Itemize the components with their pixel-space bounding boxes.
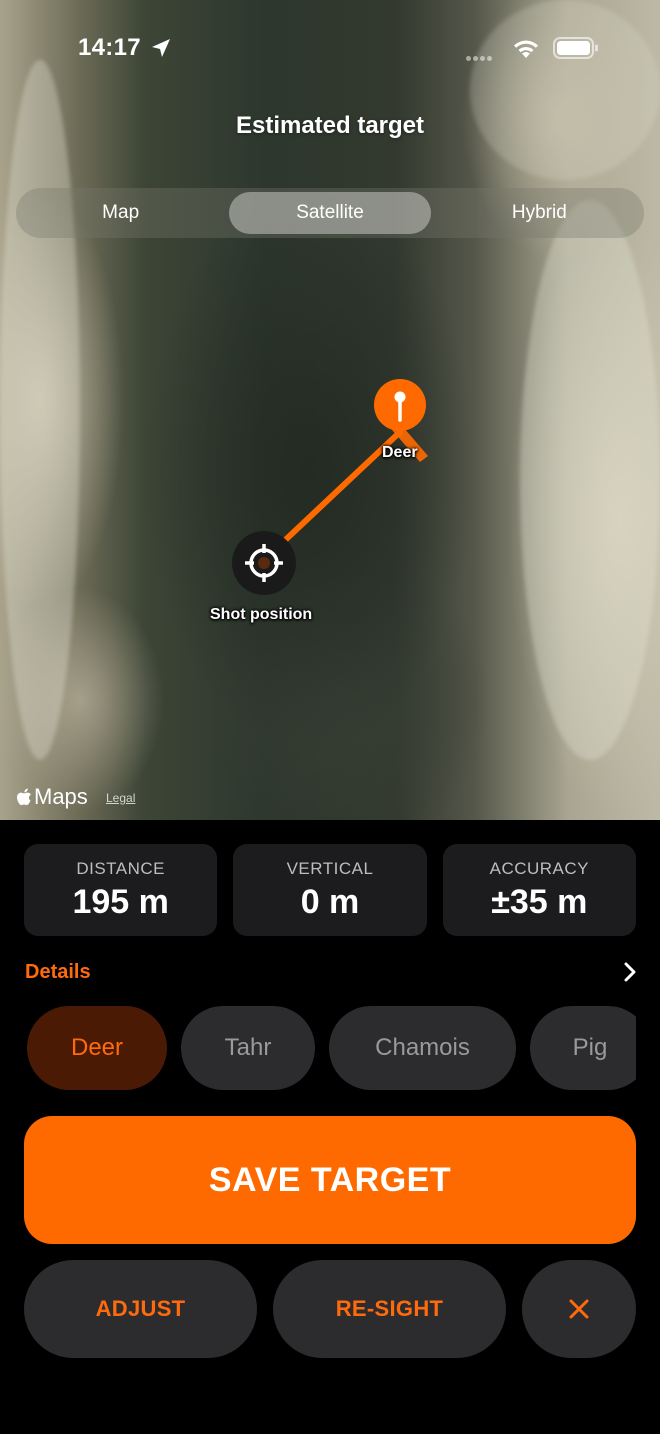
species-chip-pig[interactable]: Pig — [530, 1006, 636, 1090]
re-sight-button[interactable]: RE-SIGHT — [273, 1260, 506, 1358]
details-label: Details — [25, 960, 91, 983]
stats-row: DISTANCE 195 m VERTICAL 0 m ACCURACY ±35… — [24, 844, 636, 936]
vertical-value: 0 m — [300, 882, 360, 921]
vertical-card: VERTICAL 0 m — [233, 844, 427, 936]
maps-logo-text: Maps — [34, 784, 88, 809]
species-chip-list[interactable]: Deer Tahr Chamois Pig — [27, 1006, 636, 1092]
accuracy-label: ACCURACY — [489, 858, 590, 878]
distance-label: DISTANCE — [76, 858, 166, 878]
action-buttons-row: ADJUST RE-SIGHT — [24, 1260, 636, 1358]
species-chip-chamois[interactable]: Chamois — [329, 1006, 516, 1090]
close-button[interactable] — [522, 1260, 636, 1358]
species-chip-tahr[interactable]: Tahr — [181, 1006, 315, 1090]
details-row[interactable]: Details — [25, 958, 637, 986]
shot-position-marker[interactable] — [232, 531, 296, 595]
adjust-button[interactable]: ADJUST — [24, 1260, 257, 1358]
target-pin-label: Deer — [382, 444, 418, 461]
distance-card: DISTANCE 195 m — [24, 844, 218, 936]
vertical-label: VERTICAL — [286, 858, 374, 878]
shot-position-label: Shot position — [210, 606, 313, 623]
species-chip-deer[interactable]: Deer — [27, 1006, 167, 1090]
map-view[interactable]: 14:17 Estimated target Map Satellite Hyb… — [0, 0, 660, 820]
target-details-panel: DISTANCE 195 m VERTICAL 0 m ACCURACY ±35… — [0, 820, 660, 1434]
maps-attribution-logo: Maps — [16, 784, 88, 810]
close-icon — [569, 1299, 589, 1319]
distance-value: 195 m — [72, 882, 169, 921]
legal-link[interactable]: Legal — [106, 791, 135, 805]
save-target-button[interactable]: SAVE TARGET — [24, 1116, 636, 1244]
accuracy-card: ACCURACY ±35 m — [442, 844, 636, 936]
accuracy-value: ±35 m — [491, 882, 588, 921]
chevron-right-icon[interactable] — [623, 962, 637, 982]
shot-overlay — [232, 379, 428, 595]
apple-logo-icon — [17, 788, 31, 805]
